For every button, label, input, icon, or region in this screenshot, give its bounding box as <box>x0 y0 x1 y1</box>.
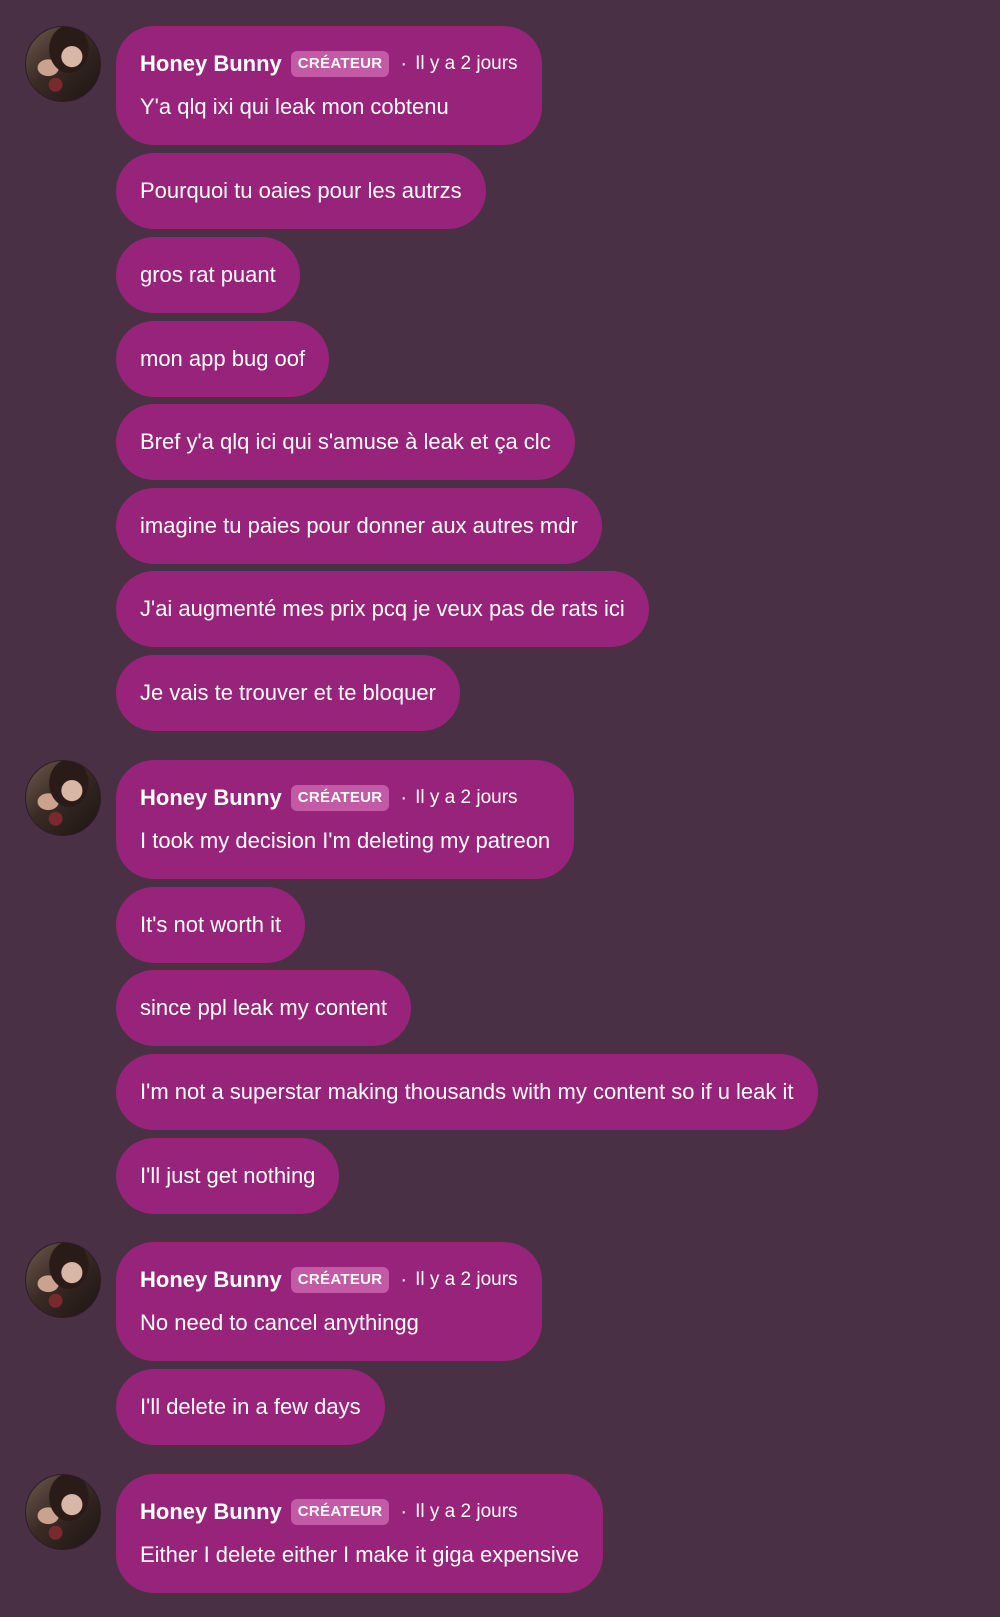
message-bubble: imagine tu paies pour donner aux autres … <box>116 488 602 564</box>
message-meta: Honey Bunny CRÉATEUR · Il y a 2 jours <box>140 1498 579 1526</box>
message-text: Pourquoi tu oaies pour les autrzs <box>140 178 462 203</box>
avatar[interactable] <box>25 26 101 102</box>
message-text: J'ai augmenté mes prix pcq je veux pas d… <box>140 596 625 621</box>
message-text: gros rat puant <box>140 262 276 287</box>
author-name[interactable]: Honey Bunny <box>140 50 282 78</box>
message-text: I'll delete in a few days <box>140 1394 361 1419</box>
creator-badge: CRÉATEUR <box>290 51 390 77</box>
author-name[interactable]: Honey Bunny <box>140 784 282 812</box>
message-bubble: I'm not a superstar making thousands wit… <box>116 1054 818 1130</box>
author-name[interactable]: Honey Bunny <box>140 1498 282 1526</box>
author-name[interactable]: Honey Bunny <box>140 1266 282 1294</box>
message-text: Y'a qlq ixi qui leak mon cobtenu <box>140 94 449 119</box>
message-bubble: It's not worth it <box>116 887 306 963</box>
message-bubble: since ppl leak my content <box>116 970 412 1046</box>
message-bubble: J'ai augmenté mes prix pcq je veux pas d… <box>116 571 649 647</box>
message-text: Either I delete either I make it giga ex… <box>140 1542 580 1567</box>
message-text: Bref y'a qlq ici qui s'amuse à leak et ç… <box>140 429 551 454</box>
message-text: No need to cancel anythingg <box>140 1310 419 1335</box>
message-text: I took my decision I'm deleting my patre… <box>140 828 551 853</box>
message-bubble: gros rat puant <box>116 237 300 313</box>
message-bubble: Honey Bunny CRÉATEUR · Il y a 2 jours Y'… <box>116 26 542 145</box>
timestamp: Il y a 2 jours <box>415 787 518 808</box>
message-bubble: Pourquoi tu oaies pour les autrzs <box>116 153 486 229</box>
separator-dot: · <box>400 1501 408 1523</box>
message-bubble: mon app bug oof <box>116 321 330 397</box>
message-bubble: Bref y'a qlq ici qui s'amuse à leak et ç… <box>116 404 575 480</box>
message-bubble: I'll delete in a few days <box>116 1369 385 1445</box>
message-text: I'll just get nothing <box>140 1163 316 1188</box>
message-bubble: Honey Bunny CRÉATEUR · Il y a 2 jours No… <box>116 1242 542 1361</box>
creator-badge: CRÉATEUR <box>290 1267 390 1293</box>
message-bubble: Honey Bunny CRÉATEUR · Il y a 2 jours Ei… <box>116 1474 604 1593</box>
message-text: imagine tu paies pour donner aux autres … <box>140 513 578 538</box>
message-bubble: I'll just get nothing <box>116 1138 340 1214</box>
message-text: It's not worth it <box>140 912 282 937</box>
message-meta: Honey Bunny CRÉATEUR · Il y a 2 jours <box>140 1266 518 1294</box>
avatar[interactable] <box>25 760 101 836</box>
avatar[interactable] <box>25 1242 101 1318</box>
creator-badge: CRÉATEUR <box>290 1499 390 1525</box>
avatar[interactable] <box>25 1474 101 1550</box>
message-meta: Honey Bunny CRÉATEUR · Il y a 2 jours <box>140 50 518 78</box>
message-text: Je vais te trouver et te bloquer <box>140 680 436 705</box>
timestamp: Il y a 2 jours <box>415 53 518 74</box>
separator-dot: · <box>400 1269 408 1291</box>
creator-badge: CRÉATEUR <box>290 785 390 811</box>
message-text: I'm not a superstar making thousands wit… <box>140 1079 794 1104</box>
separator-dot: · <box>400 53 408 75</box>
timestamp: Il y a 2 jours <box>415 1501 518 1522</box>
message-bubble: Honey Bunny CRÉATEUR · Il y a 2 jours I … <box>116 760 575 879</box>
message-text: since ppl leak my content <box>140 995 388 1020</box>
message-text: mon app bug oof <box>140 346 306 371</box>
timestamp: Il y a 2 jours <box>415 1269 518 1290</box>
separator-dot: · <box>400 787 408 809</box>
message-bubble: Je vais te trouver et te bloquer <box>116 655 460 731</box>
message-meta: Honey Bunny CRÉATEUR · Il y a 2 jours <box>140 784 550 812</box>
